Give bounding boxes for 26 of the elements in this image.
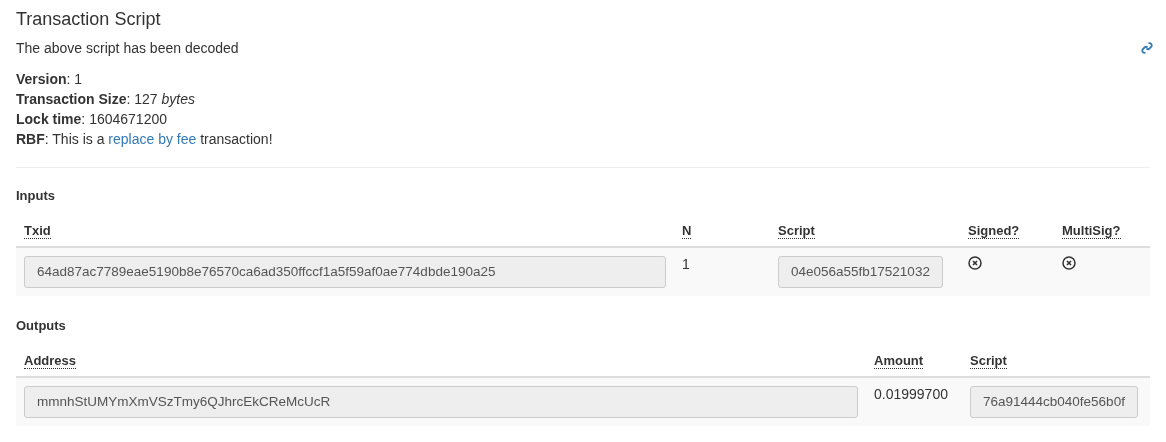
cross-circle-icon — [1062, 256, 1076, 270]
detail-line: Lock time: 1604671200 — [16, 110, 168, 129]
replace-by-fee-link[interactable]: replace by fee — [108, 131, 197, 147]
n-cell: 1 — [682, 256, 690, 272]
detail-line: Transaction Size: 127 bytes — [16, 90, 196, 109]
column-header: N — [682, 223, 692, 239]
link-icon[interactable] — [1140, 41, 1154, 55]
amount-cell: 0.01999700 — [874, 386, 948, 402]
rbf-line: RBF: This is a replace by fee transaction! — [16, 130, 274, 149]
column-header: Txid — [24, 223, 51, 239]
section-title: Transaction Script — [16, 8, 162, 30]
outputs-heading: Outputs — [16, 318, 67, 333]
txid-field[interactable]: 64ad87ac7789eae5190b8e76570ca6ad350ffccf1a5f59af0ae774dbde190a25 — [24, 256, 666, 288]
decoded-message: The above script has been decoded — [16, 39, 239, 57]
script-field[interactable]: 76a91444cb040fe56b0f — [970, 386, 1138, 418]
script-field[interactable]: 04e056a55fb17521032 — [778, 256, 943, 288]
column-header: Script — [778, 223, 815, 239]
inputs-heading: Inputs — [16, 188, 56, 203]
cross-circle-icon — [968, 256, 982, 270]
detail-line: Version: 1 — [16, 70, 84, 89]
address-field[interactable]: mmnhStUMYmXmVSzTmy6QJhrcEkCReMcUcR — [24, 386, 858, 418]
column-header: Signed? — [968, 223, 1020, 239]
column-header: MultiSig? — [1062, 223, 1121, 239]
column-header: Address — [24, 353, 77, 369]
column-header: Script — [970, 353, 1007, 369]
column-header: Amount — [874, 353, 924, 369]
